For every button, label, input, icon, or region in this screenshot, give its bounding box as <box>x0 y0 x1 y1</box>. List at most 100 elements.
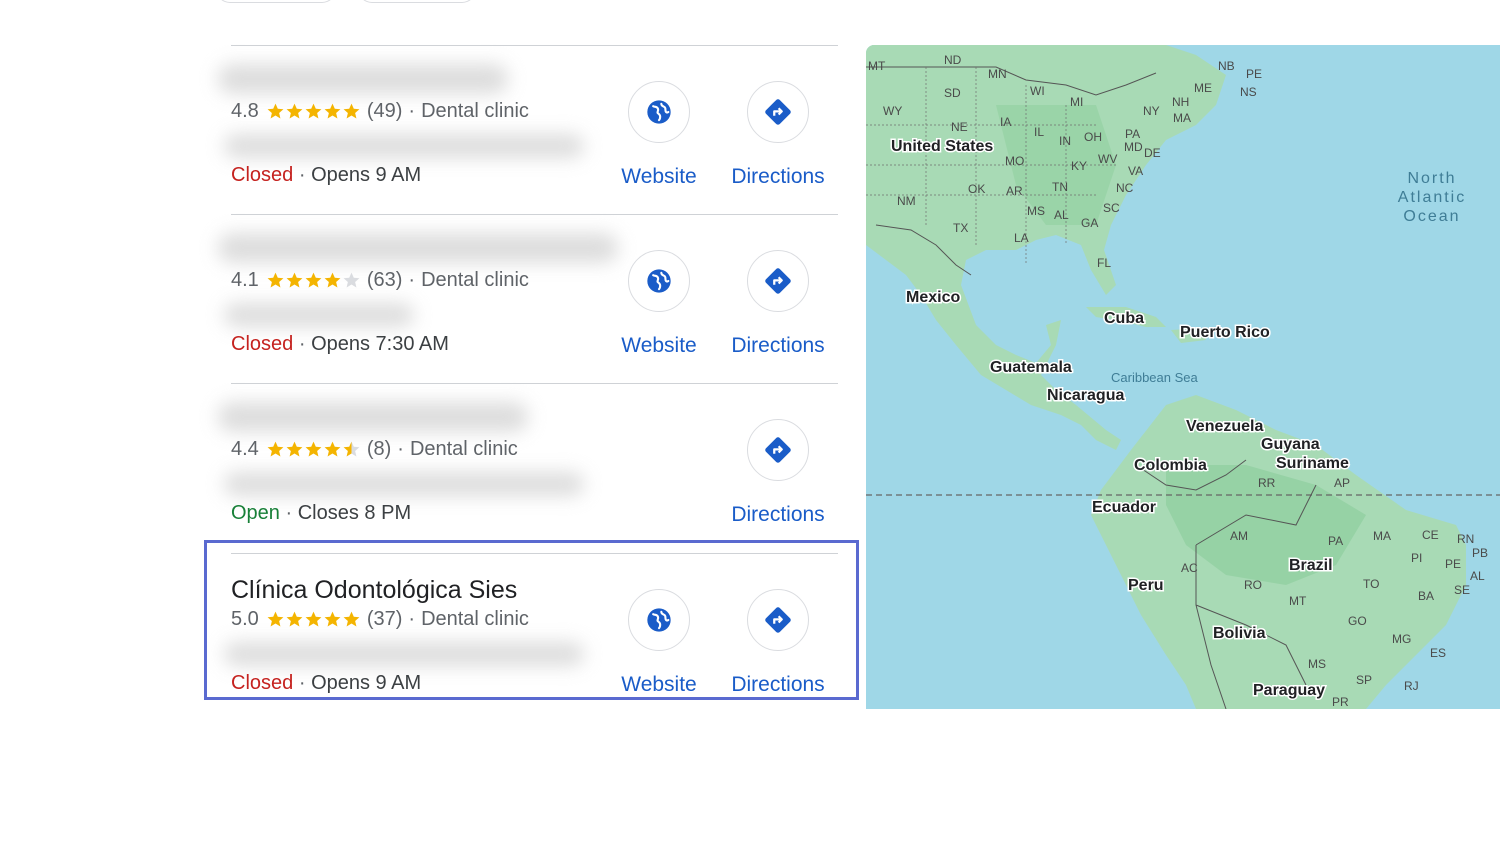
map-label-state: MS <box>1308 657 1326 671</box>
star-icon <box>286 103 303 119</box>
rating-stars <box>266 102 361 121</box>
map-label-country: Bolivia <box>1213 625 1266 642</box>
directions-label[interactable]: Directions <box>718 334 838 358</box>
rating-line: 4.1 (63) · Dental clinic <box>231 269 529 292</box>
rating-stars <box>266 440 361 459</box>
map-label-state: NM <box>897 194 916 208</box>
map-label-state: AM <box>1230 529 1248 543</box>
separator: · <box>285 502 293 524</box>
map-label-state: RR <box>1258 476 1276 490</box>
map-label-state: PI <box>1411 551 1422 565</box>
directions-button[interactable]: Directions <box>718 81 838 189</box>
hours-line: Closed · Opens 7:30 AM <box>231 333 449 356</box>
star-icon <box>324 441 341 457</box>
rating-line: 4.4 (8) · Dental clinic <box>231 438 518 461</box>
map-label-country: Venezuela <box>1186 418 1263 435</box>
map-label-state: AL <box>1054 208 1069 222</box>
star-icon <box>305 441 322 457</box>
globe-icon[interactable] <box>628 250 690 312</box>
separator: · <box>298 333 306 355</box>
hours-line: Closed · Opens 9 AM <box>231 164 421 187</box>
map-label-state: MD <box>1124 140 1143 154</box>
divider <box>231 383 838 384</box>
review-count[interactable]: (8) <box>367 438 391 461</box>
map-label-state: NC <box>1116 181 1134 195</box>
directions-label[interactable]: Directions <box>718 503 838 527</box>
map-label-country: Guatemala <box>990 359 1072 376</box>
map-label-state: AR <box>1006 184 1023 198</box>
map-label-state: MN <box>988 67 1007 81</box>
map-label-state: LA <box>1014 231 1029 245</box>
map-label-ocean: North <box>1407 170 1456 187</box>
divider <box>231 214 838 215</box>
star-icon <box>286 441 303 457</box>
directions-icon[interactable] <box>747 81 809 143</box>
result-card[interactable]: 4.8 (49) · Dental clinic Closed · Opens … <box>216 58 856 208</box>
map-canvas[interactable]: United States Mexico Cuba Puerto Rico Gu… <box>866 45 1500 709</box>
map-label-state: WY <box>883 104 902 118</box>
map-label-state: PR <box>1332 695 1349 709</box>
map-label-state: ES <box>1430 646 1446 660</box>
map-label-state: AC <box>1181 561 1198 575</box>
map-label-state: MA <box>1173 111 1191 125</box>
rating-value: 4.4 <box>231 438 259 460</box>
map-label-state: GO <box>1348 614 1367 628</box>
map-label-state: MA <box>1373 529 1391 543</box>
website-label[interactable]: Website <box>599 165 719 189</box>
filter-chip[interactable] <box>358 0 476 3</box>
map-label-state: DE <box>1144 146 1161 160</box>
map-label-state: OK <box>968 182 985 196</box>
selection-highlight <box>204 540 859 700</box>
map-label-country: Ecuador <box>1092 499 1156 516</box>
globe-icon[interactable] <box>628 81 690 143</box>
map-label-state: WI <box>1030 84 1045 98</box>
map-label-country: Cuba <box>1104 310 1144 327</box>
hours-line: Open · Closes 8 PM <box>231 502 411 525</box>
map-label-state: MT <box>1289 594 1307 608</box>
map-label-state: MO <box>1005 154 1024 168</box>
result-card[interactable]: 4.1 (63) · Dental clinic Closed · Opens … <box>216 227 856 377</box>
map-label-country: Puerto Rico <box>1180 324 1270 341</box>
map-label-state: RO <box>1244 578 1262 592</box>
hours-text: Opens 7:30 AM <box>311 333 449 355</box>
review-count[interactable]: (63) <box>367 269 403 292</box>
result-card[interactable]: 4.4 (8) · Dental clinic Open · Closes 8 … <box>216 396 856 546</box>
map-label-state: TX <box>953 221 968 235</box>
map-label-state: GA <box>1081 216 1098 230</box>
category: Dental clinic <box>409 438 518 460</box>
filter-chip[interactable] <box>216 0 336 3</box>
review-count[interactable]: (49) <box>367 100 403 123</box>
directions-icon[interactable] <box>747 419 809 481</box>
directions-button[interactable]: Directions <box>718 250 838 358</box>
map[interactable]: United States Mexico Cuba Puerto Rico Gu… <box>866 45 1500 709</box>
map-label-state: NS <box>1240 85 1257 99</box>
directions-button[interactable]: Directions <box>718 419 838 527</box>
map-label-country: Mexico <box>906 289 960 306</box>
map-label-country: Guyana <box>1261 436 1320 453</box>
map-label-state: MT <box>868 59 886 73</box>
star-icon <box>267 103 284 119</box>
separator: · <box>397 438 404 460</box>
map-label-state: NE <box>951 120 968 134</box>
status-text: Closed <box>231 333 294 355</box>
redacted-address <box>224 134 584 158</box>
website-button[interactable]: Website <box>599 250 719 358</box>
redacted-address <box>224 472 584 496</box>
directions-label[interactable]: Directions <box>718 165 838 189</box>
hours-text: Closes 8 PM <box>297 502 412 524</box>
website-label[interactable]: Website <box>599 334 719 358</box>
map-label-state: ME <box>1194 81 1212 95</box>
map-label-state: TO <box>1363 577 1379 591</box>
website-button[interactable]: Website <box>599 81 719 189</box>
star-icon <box>324 103 341 119</box>
rating-value: 4.8 <box>231 100 259 122</box>
status-text: Open <box>231 502 280 524</box>
map-label-state: TN <box>1052 180 1068 194</box>
map-label-ocean: Atlantic <box>1398 189 1466 206</box>
map-label-country: Paraguay <box>1253 682 1325 699</box>
map-label-sea: Caribbean Sea <box>1111 370 1198 385</box>
map-label-state: IL <box>1034 125 1044 139</box>
map-label-state: SD <box>944 86 961 100</box>
directions-icon[interactable] <box>747 250 809 312</box>
map-label-state: RJ <box>1404 679 1419 693</box>
